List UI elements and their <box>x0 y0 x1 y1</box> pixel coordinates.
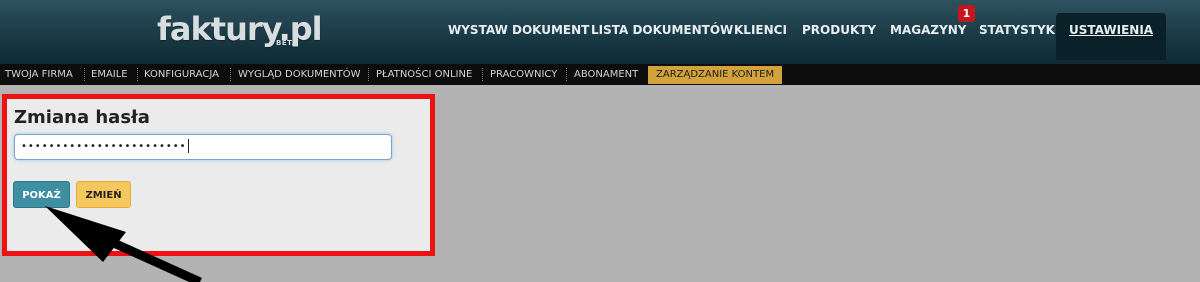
pointer-arrow-icon <box>45 206 202 282</box>
